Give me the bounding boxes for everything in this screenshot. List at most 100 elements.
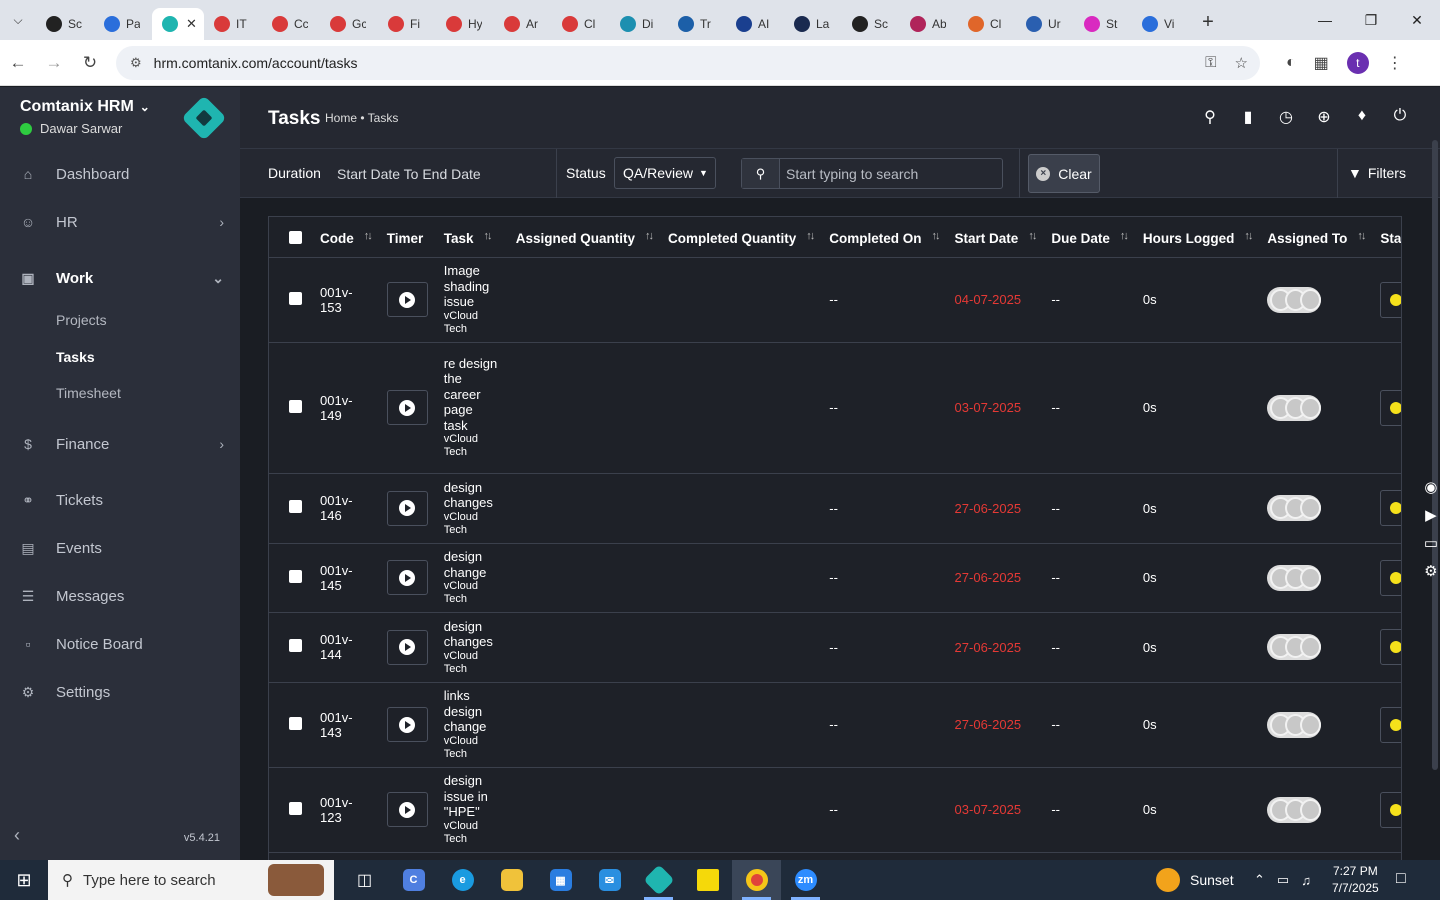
table-row[interactable]: 001v-146 design changes vCloud Tech -- 27… [269,473,1401,544]
checkbox[interactable] [289,230,302,244]
browser-tab[interactable]: Cc [262,8,320,40]
add-circle-icon[interactable]: ⊕ [1314,107,1334,127]
url-field[interactable]: ⚙ hrm.comtanix.com/account/tasks ⚿ ☆ [116,45,1260,80]
select-all-checkbox[interactable] [269,217,310,258]
table-row[interactable]: 001v-144 design changes vCloud Tech -- 27… [269,612,1401,683]
browser-tab[interactable]: Sc [36,8,94,40]
site-info-icon[interactable]: ⚙ [130,55,142,71]
table-row[interactable]: 001v-153 Image shading issue vCloud Tech … [269,257,1401,343]
sort-icon[interactable]: ↑↓ [806,230,815,242]
status-dropdown[interactable]: QA/Review [1380,281,1401,318]
forward-icon[interactable]: → [36,53,72,73]
start-timer-button[interactable] [386,490,428,526]
sidebar-item-settings[interactable]: ⚙ Settings [0,674,240,710]
task-name[interactable]: re design the career page task [444,356,500,434]
new-tab-button[interactable]: + [1190,11,1226,34]
restore-icon[interactable]: ❐ [1348,0,1394,40]
sort-icon[interactable]: ↑↓ [1244,230,1253,242]
window-icon[interactable]: ▭ [1424,534,1438,552]
sidebar-item-events[interactable]: ▤ Events [0,530,240,566]
table-row[interactable]: 001v-149 re design the career page task v… [269,342,1401,474]
task-code[interactable]: 001v-145 [310,543,379,613]
task-name[interactable]: design changes [444,480,500,511]
browser-tab[interactable]: Ab [900,8,958,40]
sticky-note-icon[interactable]: ▮ [1238,107,1258,127]
column-start-date[interactable]: Start Date ↑↓ [946,217,1044,258]
status-dropdown[interactable]: QA/Review [1380,706,1401,743]
task-code[interactable]: 001v-143 [310,682,379,768]
bell-icon[interactable]: ♦ [1352,107,1372,127]
close-window-icon[interactable]: ✕ [1394,0,1440,40]
sidebar-subitem-tasks[interactable]: Tasks [56,349,95,365]
sidebar-item-notice-board[interactable]: ▫ Notice Board [0,626,240,662]
gear-icon[interactable]: ⚙ [1424,562,1437,580]
task-name[interactable]: design changes [444,619,500,650]
task-name[interactable]: design change [444,549,500,580]
start-timer-button[interactable] [386,560,428,595]
task-code[interactable]: 001v-153 [310,257,379,343]
browser-tab[interactable]: AI [726,8,784,40]
table-row[interactable]: 001v-145 design change vCloud Tech -- 27-… [269,543,1401,613]
row-checkbox[interactable] [289,500,302,513]
column-assigned-to[interactable]: Assigned To ↑↓ [1259,217,1373,258]
row-checkbox[interactable] [289,716,302,730]
start-timer-button[interactable] [386,629,428,665]
assignee-avatars[interactable] [1267,564,1322,591]
table-row[interactable]: 001v-143 links design change vCloud Tech … [269,682,1401,768]
sidebar-item-dashboard[interactable]: ⌂ Dashboard [0,156,240,192]
row-checkbox[interactable] [289,569,302,583]
sort-icon[interactable]: ↑↓ [364,230,373,242]
video-icon[interactable]: ▶ [1425,506,1437,524]
browser-tab[interactable]: Gc [320,8,378,40]
browser-tab[interactable]: Ar [494,8,552,40]
browser-tab[interactable]: ✕ [152,8,204,40]
minimize-icon[interactable]: — [1302,0,1348,40]
extensions-icon[interactable]: ▦ [1314,53,1329,73]
browser-tab[interactable]: Cl [958,8,1016,40]
tab-search-icon[interactable]: ⌵ [0,0,36,40]
browser-tab[interactable]: Vi [1132,8,1190,40]
back-icon[interactable]: ← [0,53,36,73]
sort-icon[interactable]: ↑↓ [484,230,493,242]
sort-icon[interactable]: ↑↓ [1028,230,1037,242]
network-icon[interactable]: ▭ [1277,872,1289,888]
search-icon[interactable]: ⚲ [1200,107,1220,127]
task-code[interactable]: 001v-149 [310,342,379,474]
sidebar-item-work[interactable]: ▣ Work ⌄ [0,260,240,296]
translate-icon[interactable]: ◐ [1286,54,1296,72]
sort-icon[interactable]: ↑↓ [1120,230,1129,242]
column-code[interactable]: Code ↑↓ [310,217,379,258]
sidebar-subitem-projects[interactable]: Projects [56,312,107,328]
notification-icon[interactable]: □ [1396,870,1406,888]
sidebar-item-hr[interactable]: ☺ HR › [0,204,240,240]
sticky-notes-icon[interactable] [683,860,732,900]
camera-icon[interactable]: ◉ [1424,478,1437,496]
sort-icon[interactable]: ↑↓ [645,230,654,242]
password-key-icon[interactable]: ⚿ [1205,54,1216,72]
assignee-avatars[interactable] [1267,286,1322,313]
hrm-app-icon[interactable] [634,860,683,900]
chevron-up-icon[interactable]: ⌃ [1254,872,1265,888]
task-name[interactable]: Image shading issue [444,263,500,310]
start-timer-button[interactable] [386,707,428,742]
task-name[interactable]: design issue in "HPE" [444,773,500,820]
clock-icon[interactable]: ◷ [1276,107,1296,127]
browser-menu-icon[interactable]: ⋮ [1387,53,1403,73]
assignee-avatars[interactable] [1267,634,1322,660]
task-view-icon[interactable]: ◫ [340,860,389,900]
row-checkbox[interactable] [289,291,302,305]
copilot-icon[interactable]: C [389,860,438,900]
start-timer-button[interactable] [386,792,428,827]
page-scrollbar[interactable] [1432,140,1438,770]
sort-icon[interactable]: ↑↓ [932,230,941,242]
sidebar-subitem-timesheet[interactable]: Timesheet [56,385,121,401]
browser-tab[interactable]: Hy [436,8,494,40]
profile-avatar[interactable]: t [1346,51,1369,74]
start-timer-button[interactable] [386,390,428,425]
row-checkbox[interactable] [289,639,302,652]
clear-button[interactable]: × Clear [1028,154,1100,193]
sidebar-item-messages[interactable]: ☰ Messages [0,578,240,614]
status-select[interactable]: QA/Review ▼ [614,157,716,189]
taskbar-search[interactable]: ⚲ Type here to search [48,860,334,900]
close-tab-icon[interactable]: ✕ [186,16,197,32]
